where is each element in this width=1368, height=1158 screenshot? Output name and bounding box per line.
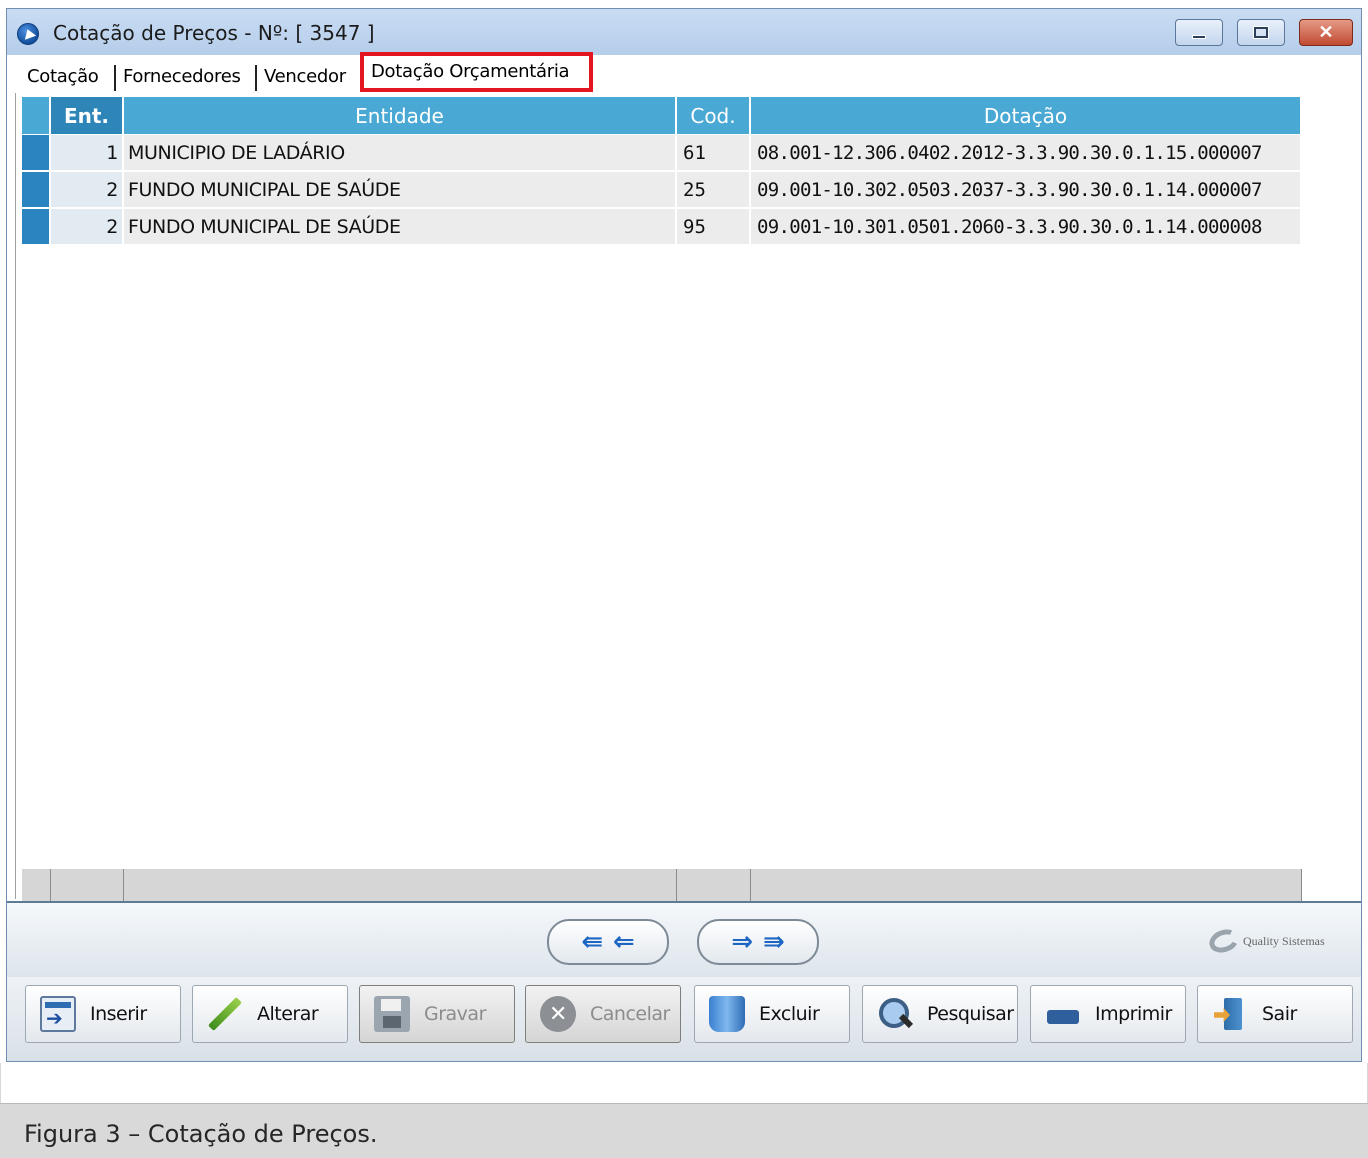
cell-dotacao[interactable]: 09.001-10.301.0501.2060-3.3.90.30.0.1.14… [751, 209, 1302, 244]
alterar-label: Alterar [257, 1003, 319, 1025]
window-title: Cotação de Preços - Nº: [ 3547 ] [53, 21, 375, 45]
grid-footer-row [22, 869, 1302, 903]
cancelar-label: Cancelar [590, 1003, 670, 1025]
column-header-dotacao[interactable]: Dotação [751, 97, 1302, 134]
excluir-button[interactable]: Excluir [694, 985, 850, 1043]
cell-dotacao[interactable]: 09.001-10.302.0503.2037-3.3.90.30.0.1.14… [751, 172, 1302, 207]
next-record-icon[interactable]: ⇒ [731, 927, 753, 957]
column-header-cod[interactable]: Cod. [677, 97, 751, 134]
table-row[interactable]: 2 FUNDO MUNICIPAL DE SAÚDE 25 09.001-10.… [22, 172, 1302, 208]
cell-entidade[interactable]: FUNDO MUNICIPAL DE SAÚDE [124, 209, 677, 244]
pesquisar-button[interactable]: Pesquisar [862, 985, 1018, 1043]
table-row[interactable]: 2 FUNDO MUNICIPAL DE SAÚDE 95 09.001-10.… [22, 209, 1302, 245]
save-icon [374, 996, 410, 1032]
action-toolbar: Inserir Alterar Gravar ✕ Cancelar Exclui… [7, 977, 1361, 1061]
last-record-icon[interactable]: ⇛ [763, 927, 785, 957]
column-header-entidade[interactable]: Entidade [124, 97, 677, 134]
pesquisar-label: Pesquisar [927, 1003, 1014, 1025]
nav-back-group: ⇚ ⇐ [547, 919, 669, 965]
imprimir-button[interactable]: Imprimir [1030, 985, 1186, 1043]
logo-icon [1206, 925, 1242, 957]
trash-icon [709, 996, 745, 1032]
app-icon [17, 23, 39, 45]
cell-dotacao[interactable]: 08.001-12.306.0402.2012-3.3.90.30.0.1.15… [751, 135, 1302, 170]
tab-cotacao[interactable]: Cotação [27, 66, 99, 94]
title-bar[interactable]: Cotação de Preços - Nº: [ 3547 ] ✕ [7, 9, 1361, 55]
tab-divider [114, 65, 116, 91]
cell-cod[interactable]: 61 [677, 135, 751, 170]
logo-text: Quality Sistemas [1243, 933, 1325, 948]
footer-cell [22, 869, 51, 903]
tab-fornecedores[interactable]: Fornecedores [123, 66, 241, 94]
maximize-icon [1254, 27, 1268, 38]
cancel-icon: ✕ [540, 996, 576, 1032]
sair-label: Sair [1262, 1003, 1297, 1025]
footer-cell [751, 869, 1302, 903]
caption-spacer [0, 1063, 1368, 1103]
tab-vencedor[interactable]: Vencedor [264, 66, 346, 94]
column-header-ent[interactable]: Ent. [51, 97, 124, 134]
gravar-button[interactable]: Gravar [359, 985, 515, 1043]
row-indicator[interactable] [22, 172, 51, 207]
cell-cod[interactable]: 95 [677, 209, 751, 244]
pencil-icon [207, 996, 243, 1032]
cell-ent[interactable]: 2 [51, 172, 124, 207]
previous-record-icon[interactable]: ⇐ [613, 927, 635, 957]
close-icon: ✕ [1318, 22, 1334, 42]
row-indicator-header [22, 97, 51, 134]
search-icon [877, 996, 913, 1032]
cell-entidade[interactable]: FUNDO MUNICIPAL DE SAÚDE [124, 172, 677, 207]
alterar-button[interactable]: Alterar [192, 985, 348, 1043]
cell-entidade[interactable]: MUNICIPIO DE LADÁRIO [124, 135, 677, 170]
tab-divider [255, 65, 257, 91]
inserir-label: Inserir [90, 1003, 147, 1025]
printer-icon [1045, 996, 1081, 1032]
imprimir-label: Imprimir [1095, 1003, 1172, 1025]
main-window: Cotação de Preços - Nº: [ 3547 ] ✕ Cotaç… [6, 8, 1362, 1062]
minimize-icon [1192, 34, 1206, 39]
dotacao-grid: Ent. Entidade Cod. Dotação 1 MUNICIPIO D… [15, 93, 1357, 903]
cancelar-button[interactable]: ✕ Cancelar [525, 985, 681, 1043]
sair-button[interactable]: Sair [1197, 985, 1353, 1043]
inserir-button[interactable]: Inserir [25, 985, 181, 1043]
figure-caption: Figura 3 – Cotação de Preços. [24, 1120, 378, 1148]
cell-ent[interactable]: 1 [51, 135, 124, 170]
table-row[interactable]: 1 MUNICIPIO DE LADÁRIO 61 08.001-12.306.… [22, 135, 1302, 171]
first-record-icon[interactable]: ⇚ [581, 927, 603, 957]
quality-sistemas-logo: Quality Sistemas [1206, 923, 1349, 959]
footer-cell [51, 869, 124, 903]
maximize-button[interactable] [1237, 19, 1285, 46]
minimize-button[interactable] [1175, 19, 1223, 46]
footer-cell [124, 869, 677, 903]
insert-icon [40, 996, 76, 1032]
cell-cod[interactable]: 25 [677, 172, 751, 207]
active-tab-highlight [360, 52, 593, 92]
tab-strip: Cotação Fornecedores Vencedor Dotação Or… [7, 55, 1361, 93]
exit-door-icon [1212, 996, 1248, 1032]
gravar-label: Gravar [424, 1003, 486, 1025]
navigation-bar: ⇚ ⇐ ⇒ ⇛ Quality Sistemas [7, 901, 1361, 977]
excluir-label: Excluir [759, 1003, 820, 1025]
row-indicator[interactable] [22, 135, 51, 170]
cell-ent[interactable]: 2 [51, 209, 124, 244]
figure-caption-area: Figura 3 – Cotação de Preços. [0, 1103, 1368, 1158]
close-button[interactable]: ✕ [1299, 19, 1353, 46]
nav-forward-group: ⇒ ⇛ [697, 919, 819, 965]
row-indicator[interactable] [22, 209, 51, 244]
footer-cell [677, 869, 751, 903]
